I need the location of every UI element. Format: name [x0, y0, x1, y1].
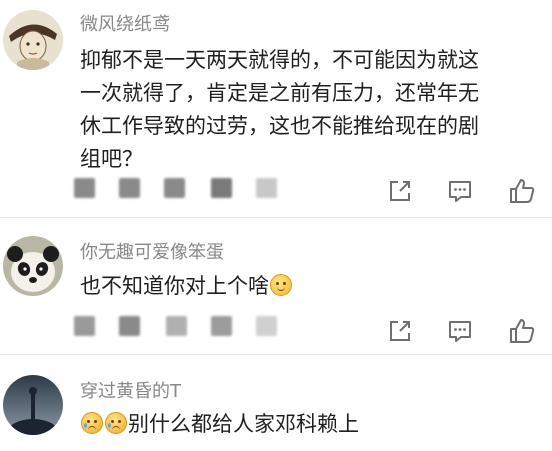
comment-text: 抑郁不是一天两天就得的，不可能因为就这 一次就得了，肯定是之前有压力，还常年无 … — [80, 44, 542, 176]
comment-text-line: 一次就得了，肯定是之前有压力，还常年无 — [80, 81, 479, 105]
blurred-block — [164, 178, 185, 198]
comment-text: 也不知道你对上个啥 — [80, 270, 542, 303]
comment-item: 微风绕纸鸢 抑郁不是一天两天就得的，不可能因为就这 一次就得了，肯定是之前有压力… — [0, 0, 552, 217]
comment-actions — [386, 177, 546, 207]
username[interactable]: 你无趣可爱像笨蛋 — [80, 238, 224, 264]
username[interactable]: 穿过黄昏的T — [80, 377, 181, 403]
blurred-block — [211, 316, 232, 336]
comment-text: 别什么都给人家邓科赖上 — [80, 408, 542, 441]
share-button[interactable] — [386, 177, 414, 205]
blurred-block — [74, 178, 95, 198]
comment-button[interactable] — [446, 317, 474, 345]
comment-icon — [449, 181, 471, 202]
like-button[interactable] — [508, 317, 536, 345]
blurred-block — [119, 316, 140, 336]
comment-text-line: 抑郁不是一天两天就得的，不可能因为就这 — [80, 48, 479, 72]
like-button[interactable] — [508, 177, 536, 205]
comment-text-line: 别什么都给人家邓科赖上 — [128, 412, 359, 436]
share-icon — [390, 181, 410, 201]
comment-item: 穿过黄昏的T 别什么都给人家邓科赖上 — [0, 355, 552, 451]
like-icon — [510, 179, 535, 203]
comment-actions — [386, 317, 546, 347]
comment-icon — [449, 321, 471, 342]
username[interactable]: 微风绕纸鸢 — [80, 10, 170, 36]
avatar[interactable] — [3, 375, 63, 435]
blurred-block — [211, 178, 232, 198]
blurred-emoji-row — [74, 176, 284, 200]
comment-text-line: 也不知道你对上个啥 — [80, 274, 269, 298]
share-icon — [390, 321, 410, 341]
blurred-block — [74, 316, 95, 336]
comment-button[interactable] — [446, 177, 474, 205]
share-button[interactable] — [386, 317, 414, 345]
comment-text-line: 组吧？ — [80, 147, 143, 171]
avatar[interactable] — [3, 10, 63, 70]
smile-emoji-icon — [270, 274, 292, 296]
blurred-block — [256, 178, 277, 198]
blurred-emoji-row — [74, 314, 284, 338]
blurred-block — [256, 316, 277, 336]
blurred-block — [119, 178, 140, 198]
crying-emoji-icon — [81, 412, 103, 434]
blurred-block — [166, 316, 187, 336]
like-icon — [510, 319, 535, 343]
comment-item: 你无趣可爱像笨蛋 也不知道你对上个啥 — [0, 218, 552, 354]
avatar[interactable] — [3, 236, 63, 296]
crying-emoji-icon — [105, 412, 127, 434]
comment-text-line: 休工作导致的过劳，这也不能推给现在的剧 — [80, 114, 479, 138]
